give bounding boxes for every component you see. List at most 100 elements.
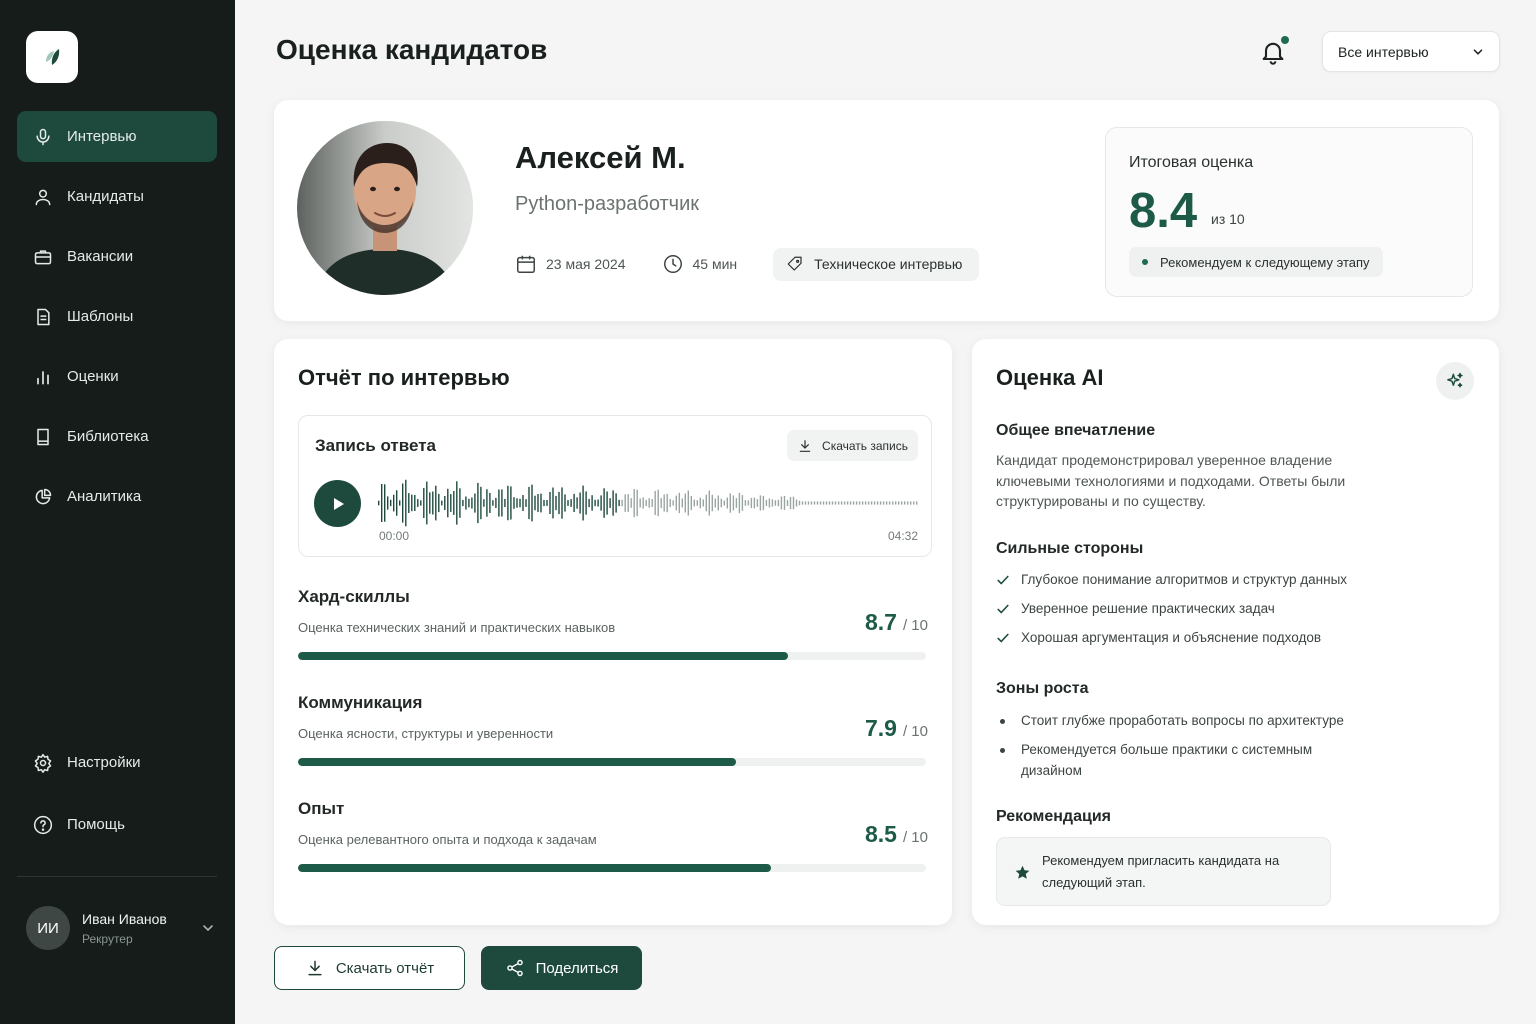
sidebar-divider [17, 876, 217, 877]
metric-score: 8.7 / 10 [865, 609, 928, 636]
waveform-bar [786, 500, 789, 506]
sidebar-item-analytics[interactable]: Аналитика [17, 471, 217, 522]
status-dot [1142, 259, 1148, 265]
duration-text: 45 мин [692, 256, 738, 272]
waveform-bar [501, 489, 503, 517]
sidebar-item-templates[interactable]: Шаблоны [17, 291, 217, 342]
waveform-bar [468, 498, 470, 508]
waveform-bar [831, 501, 834, 505]
waveform-bar [528, 486, 530, 520]
download-icon [308, 960, 322, 976]
waveform-bar [462, 499, 464, 507]
waveform-bar [726, 497, 728, 509]
user-menu[interactable]: ИИ Иван Иванов Рекрутер [26, 905, 216, 951]
waveform-bar [429, 492, 431, 514]
waveform-bar [699, 497, 701, 509]
waveform-bar [402, 483, 404, 523]
waveform-bar [843, 501, 846, 505]
waveform-bar [898, 501, 900, 505]
waveform-bar [465, 496, 467, 510]
share-button[interactable]: Поделиться [481, 946, 642, 990]
waveform-bar [564, 494, 566, 512]
waveform-bar [438, 493, 440, 513]
metric-score-value: 8.7 [864, 609, 897, 635]
waveform-bar [603, 488, 605, 518]
report-title: Отчёт по интервью [298, 365, 510, 390]
download-report-button[interactable]: Скачать отчёт [274, 946, 465, 990]
chevron-down-icon [1473, 48, 1483, 55]
filter-value: Все интервью [1338, 43, 1429, 60]
sidebar-item-vacancies[interactable]: Вакансии [17, 231, 217, 282]
sidebar-item-library[interactable]: Библиотека [17, 411, 217, 462]
waveform-bar [873, 501, 876, 505]
waveform-bar [417, 499, 419, 507]
waveform-bar [861, 501, 864, 505]
metric-experience: Опыт Оценка релевантного опыта и подхода… [298, 799, 928, 879]
waveform-bar [444, 496, 446, 510]
waveform-bar [411, 494, 413, 512]
sidebar-item-candidates[interactable]: Кандидаты [17, 171, 217, 222]
candidate-card: Алексей М. Python-разработчик 23 мая 202… [274, 100, 1499, 321]
waveform-bar [489, 493, 491, 513]
final-score-label: Итоговая оценка [1129, 154, 1254, 171]
sidebar-item-help[interactable]: Помощь [17, 799, 217, 850]
waveform-bar [804, 501, 807, 505]
waveform-bar [660, 498, 662, 508]
waveform-bar [573, 493, 575, 512]
waveform-bar [663, 494, 665, 512]
ai-assessment-card: Оценка AI Общее впечатление Кандидат про… [972, 339, 1499, 925]
metric-description: Оценка технических знаний и практических… [298, 620, 616, 635]
waveform-bar [510, 486, 512, 520]
waveform-bar [597, 499, 599, 507]
waveform-bar [453, 491, 455, 515]
interview-type-tag: Техническое интервью [773, 247, 980, 281]
final-score-max: из 10 [1211, 211, 1245, 227]
candidate-photo [297, 121, 473, 295]
waveform-bar [567, 500, 569, 506]
waveform-bar [708, 490, 710, 516]
waveform-bar [621, 499, 623, 507]
sidebar-item-settings[interactable]: Настройки [17, 737, 217, 788]
waveform-bar [807, 501, 810, 505]
book-icon [37, 428, 49, 445]
list-item-text: Рекомендуется больше практики с системны… [1021, 742, 1313, 778]
sidebar-item-label: Интервью [67, 128, 137, 145]
waveform-bar [396, 490, 398, 516]
waveform-bar [447, 488, 449, 518]
waveform-bar [768, 498, 771, 508]
final-score-value: 8.4 [1129, 184, 1198, 238]
download-recording-button[interactable]: Скачать запись [787, 430, 918, 461]
list-item: Рекомендуется больше практики с системны… [996, 740, 1356, 781]
waveform-bar [393, 494, 395, 512]
progress-bar-fill [298, 758, 736, 766]
metric-score-value: 7.9 [864, 715, 897, 741]
play-button[interactable] [314, 480, 361, 527]
list-item: Глубокое понимание алгоритмов и структур… [996, 570, 1436, 591]
waveform-bar [537, 494, 539, 512]
share-label: Поделиться [535, 959, 619, 977]
sparkle-icon [1447, 372, 1463, 388]
recommendation-badge: Рекомендуем к следующему этапу [1129, 247, 1383, 277]
waveform-bar [435, 485, 437, 521]
audio-waveform[interactable] [378, 478, 919, 528]
sidebar-item-label: Библиотека [67, 428, 149, 445]
recommendation-badge-text: Рекомендуем к следующему этапу [1160, 254, 1370, 270]
app-logo[interactable] [26, 31, 78, 83]
waveform-bar [816, 501, 819, 505]
interview-filter-select[interactable]: Все интервью [1322, 31, 1500, 72]
page-title: Оценка кандидатов [276, 34, 548, 65]
waveform-bar [825, 501, 828, 505]
waveform-bar [904, 501, 906, 505]
waveform-bar [579, 492, 581, 514]
progress-bar-fill [298, 652, 788, 660]
sidebar-item-ratings[interactable]: Оценки [17, 351, 217, 402]
sidebar-item-interviews[interactable]: Интервью [17, 111, 217, 162]
waveform-bar [600, 495, 602, 511]
waveform-bar [678, 492, 680, 514]
waveform-bar [888, 501, 891, 505]
waveform-bar [585, 491, 587, 515]
waveform-bar [531, 484, 533, 522]
clock-icon [663, 255, 682, 273]
ai-sparkle-button[interactable] [1436, 362, 1474, 400]
waveform-bar [810, 501, 813, 505]
